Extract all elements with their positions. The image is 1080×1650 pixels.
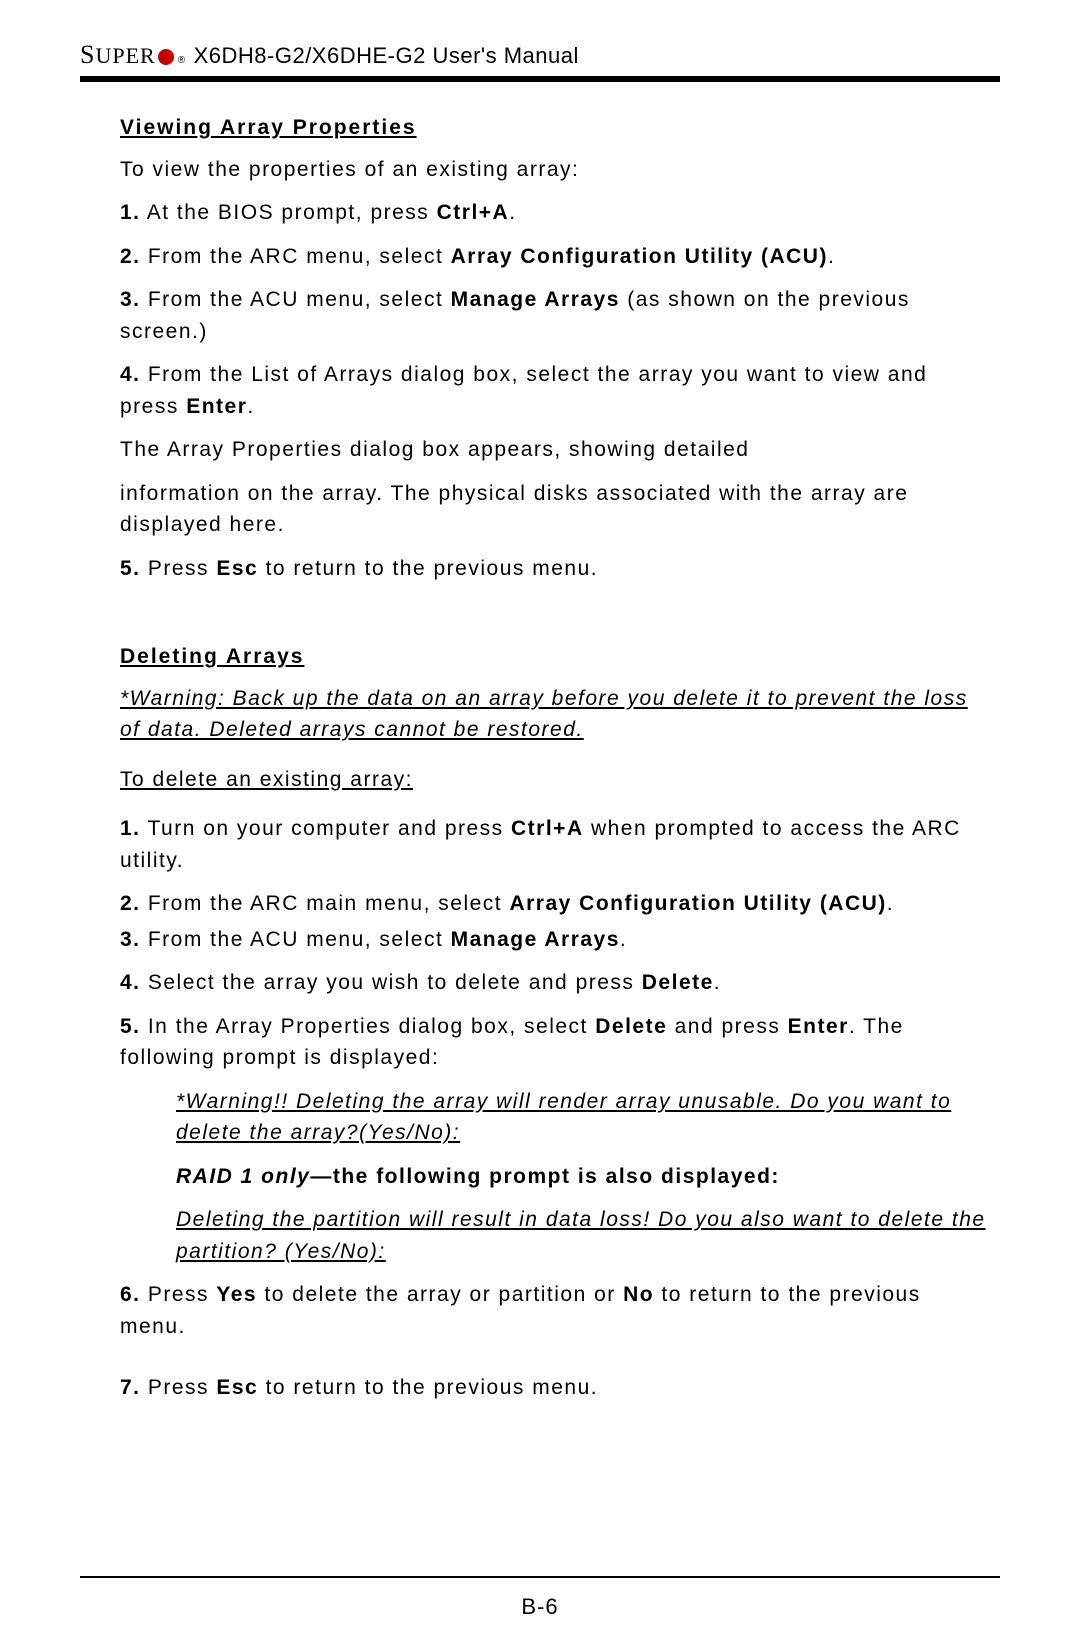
menu-name: Delete (595, 1015, 667, 1038)
step-text: and press (667, 1015, 787, 1038)
list-item: 1. At the BIOS prompt, press Ctrl+A. (120, 197, 990, 229)
step-number: 5. (120, 1015, 141, 1038)
key-name: Enter (186, 395, 247, 418)
list-item: 3. From the ACU menu, select Manage Arra… (120, 924, 990, 956)
warning-text: Deleting the partition will result in da… (120, 1204, 990, 1267)
step-text: . (247, 395, 254, 418)
key-name: Ctrl+A (511, 817, 584, 840)
step-number: 3. (120, 288, 141, 311)
header-rule (80, 76, 1000, 82)
step-number: 3. (120, 928, 141, 951)
manual-title: X6DH8-G2/X6DHE-G2 User's Manual (194, 43, 579, 69)
body-text: The Array Properties dialog box appears,… (120, 434, 990, 466)
brand-s: S (80, 40, 95, 69)
brand-logo-text: SUPER (80, 40, 156, 70)
intro-text: To delete an existing array: (120, 764, 413, 796)
footer-rule-wrap (80, 1576, 1000, 1578)
step-text: to return to the previous menu. (258, 557, 598, 580)
step-number: 2. (120, 892, 141, 915)
page-number: B-6 (0, 1594, 1080, 1620)
step-number: 4. (120, 971, 141, 994)
step-text: From the ARC menu, select (141, 245, 451, 268)
key-name: Enter (788, 1015, 849, 1038)
page-content: Viewing Array Properties To view the pro… (80, 112, 1000, 1404)
raid-prefix: RAID 1 only (176, 1165, 310, 1188)
intro-text: To view the properties of an existing ar… (120, 154, 990, 186)
list-item: 7. Press Esc to return to the previous m… (120, 1372, 990, 1404)
list-item: 5. Press Esc to return to the previous m… (120, 553, 990, 585)
step-text: Turn on your computer and press (141, 817, 512, 840)
step-text: . (620, 928, 627, 951)
step-text: to delete the array or partition or (257, 1283, 623, 1306)
list-item: 2. From the ARC main menu, select Array … (120, 888, 990, 920)
step-text: Press (141, 1376, 217, 1399)
warning-text: *Warning: Back up the data on an array b… (120, 683, 990, 746)
section-heading-viewing: Viewing Array Properties (120, 112, 990, 144)
key-name: No (623, 1283, 654, 1306)
step-text: From the ACU menu, select (141, 288, 451, 311)
section-spacer (120, 596, 990, 641)
list-item: 5. In the Array Properties dialog box, s… (120, 1011, 990, 1074)
page-header: SUPER ® X6DH8-G2/X6DHE-G2 User's Manual (80, 40, 1000, 70)
spacer (120, 1354, 990, 1366)
raid-note: RAID 1 only—the following prompt is also… (120, 1161, 990, 1193)
raid-text: —the following prompt is also displayed: (310, 1165, 780, 1188)
step-text: to return to the previous menu. (258, 1376, 598, 1399)
step-number: 4. (120, 363, 141, 386)
registered-mark: ® (178, 55, 186, 66)
step-text: . (828, 245, 835, 268)
list-item: 2. From the ARC menu, select Array Confi… (120, 241, 990, 273)
key-name: Esc (216, 557, 258, 580)
step-number: 1. (120, 201, 141, 224)
step-text: At the BIOS prompt, press (141, 201, 437, 224)
step-text: In the Array Properties dialog box, sele… (141, 1015, 596, 1038)
list-item: 1. Turn on your computer and press Ctrl+… (120, 813, 990, 876)
menu-name: Manage Arrays (451, 928, 620, 951)
key-name: Yes (216, 1283, 257, 1306)
key-name: Ctrl+A (437, 201, 510, 224)
step-text: Press (141, 557, 217, 580)
menu-name: Array Configuration Utility (ACU) (509, 892, 886, 915)
step-text: Press (141, 1283, 217, 1306)
key-name: Delete (642, 971, 714, 994)
step-text: . (887, 892, 894, 915)
body-text: information on the array. The physical d… (120, 478, 990, 541)
step-text: From the ACU menu, select (141, 928, 451, 951)
section-heading-deleting: Deleting Arrays (120, 641, 990, 673)
step-text: . (509, 201, 516, 224)
footer-rule (80, 1576, 1000, 1578)
menu-name: Array Configuration Utility (ACU) (451, 245, 828, 268)
list-item: 3. From the ACU menu, select Manage Arra… (120, 284, 990, 347)
list-item: 4. Select the array you wish to delete a… (120, 967, 990, 999)
step-text: . (714, 971, 721, 994)
brand-rest: UPER (95, 43, 155, 68)
brand-dot-icon (158, 49, 174, 65)
step-number: 7. (120, 1376, 141, 1399)
warning-text: *Warning!! Deleting the array will rende… (120, 1086, 990, 1149)
menu-name: Manage Arrays (451, 288, 620, 311)
step-number: 5. (120, 557, 141, 580)
list-item: 6. Press Yes to delete the array or part… (120, 1279, 990, 1342)
step-text: Select the array you wish to delete and … (141, 971, 642, 994)
key-name: Esc (216, 1376, 258, 1399)
step-text: From the ARC main menu, select (141, 892, 510, 915)
step-number: 2. (120, 245, 141, 268)
step-number: 6. (120, 1283, 141, 1306)
step-number: 1. (120, 817, 141, 840)
manual-page: SUPER ® X6DH8-G2/X6DHE-G2 User's Manual V… (0, 0, 1080, 1650)
list-item: 4. From the List of Arrays dialog box, s… (120, 359, 990, 422)
